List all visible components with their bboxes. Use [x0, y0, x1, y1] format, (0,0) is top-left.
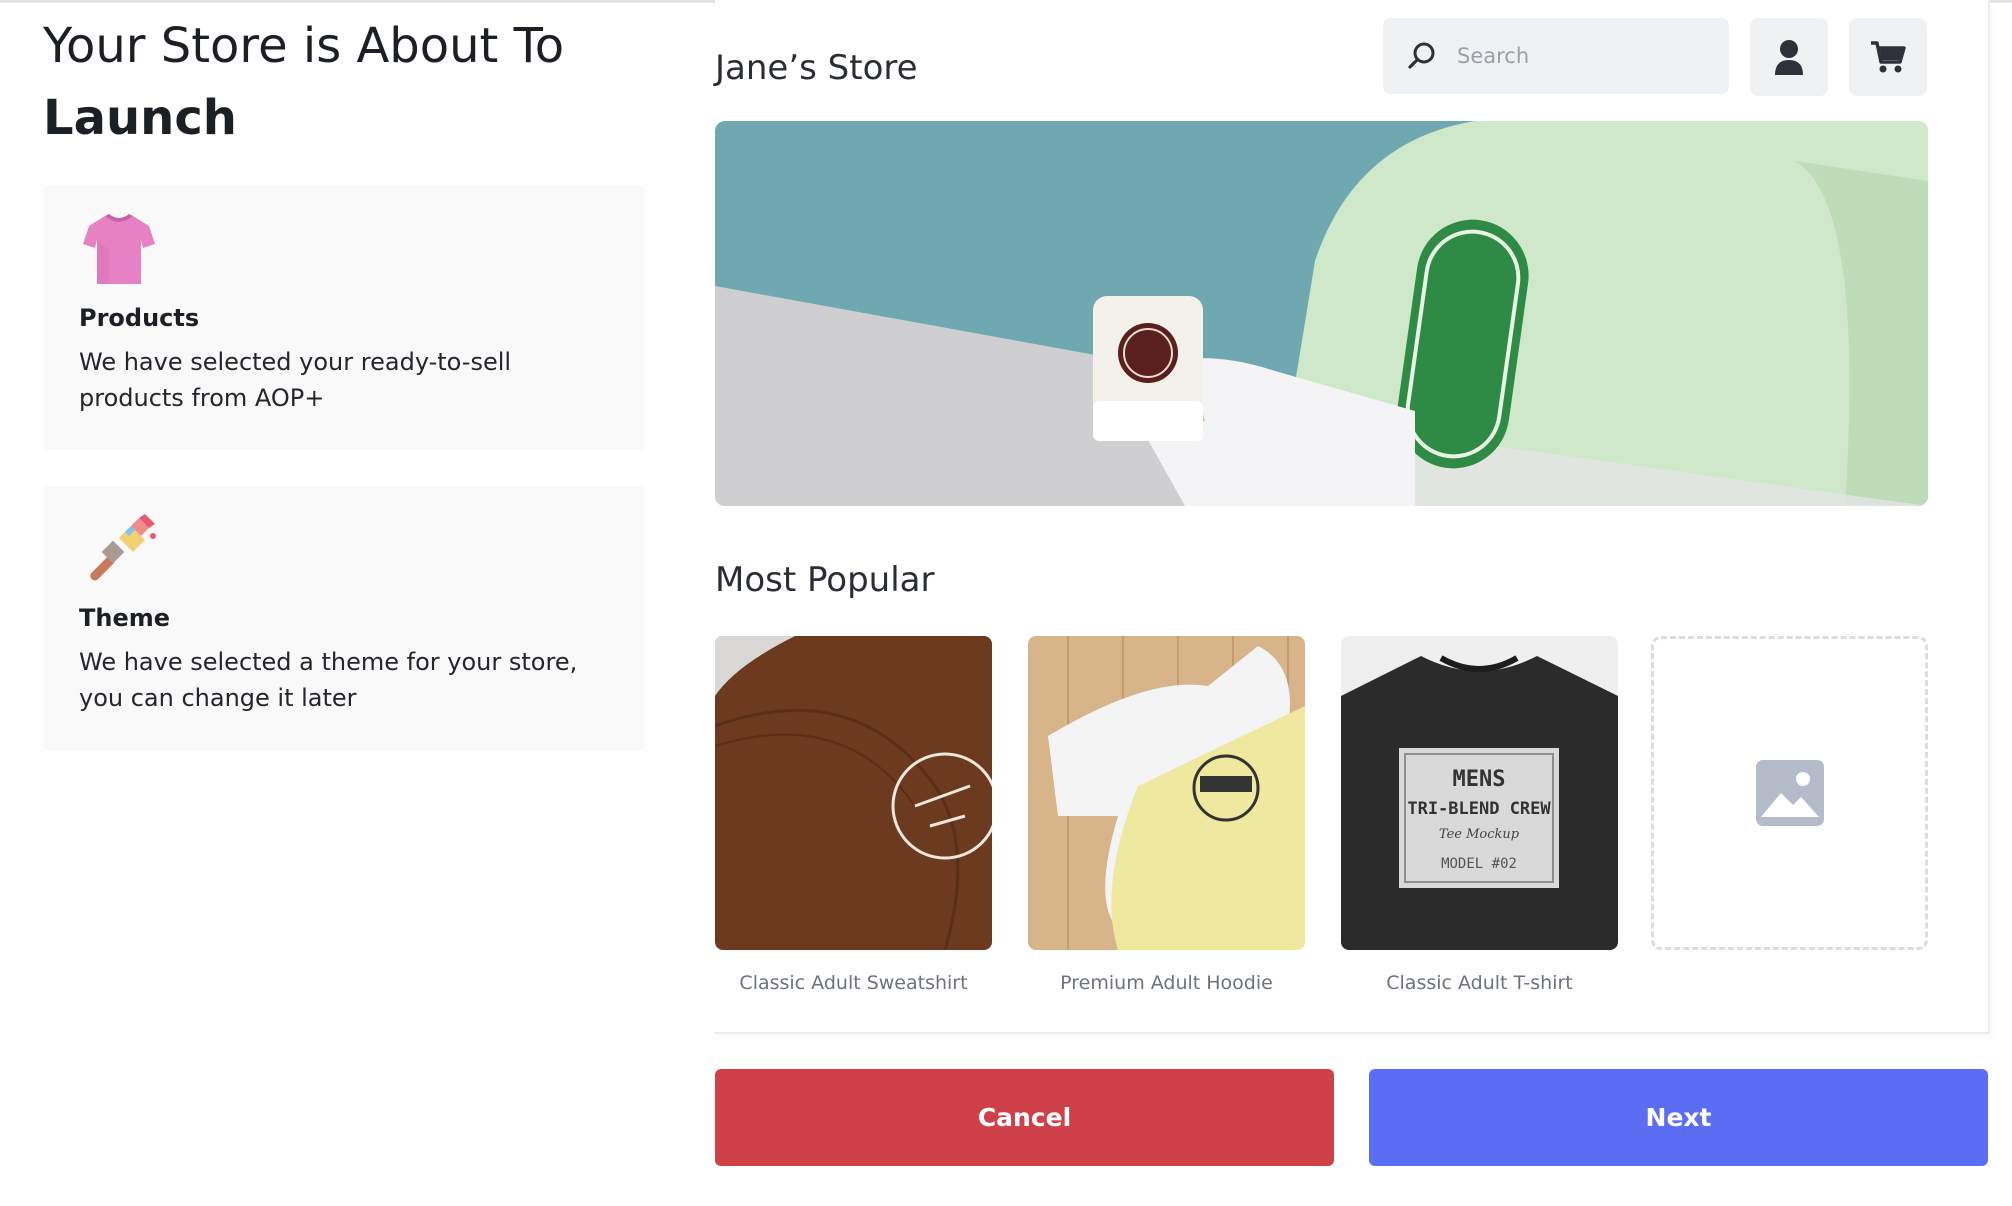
product-label: Premium Adult Hoodie — [1060, 972, 1273, 994]
products-card-description: We have selected your ready-to-sell prod… — [79, 348, 512, 412]
store-search-box[interactable] — [1383, 18, 1729, 94]
page-title-line2: Launch — [43, 90, 237, 146]
theme-card: Theme We have selected a theme for your … — [43, 486, 645, 750]
most-popular-title: Most Popular — [715, 560, 935, 600]
product-image-sweatshirt — [715, 636, 992, 950]
theme-card-title: Theme — [79, 604, 171, 632]
product-image-tshirt: MENS TRI-BLEND CREW Tee Mockup MODEL #02 — [1341, 636, 1618, 950]
cancel-button[interactable]: Cancel — [715, 1069, 1334, 1166]
svg-text:Tee Mockup: Tee Mockup — [1439, 827, 1520, 842]
product-image-hoodie — [1028, 636, 1305, 950]
product-card[interactable]: Premium Adult Hoodie — [1028, 636, 1305, 994]
products-card: Products We have selected your ready-to-… — [43, 186, 645, 450]
empty-product-slot[interactable] — [1651, 636, 1928, 950]
paintbrush-icon — [90, 514, 156, 581]
product-label: Classic Adult Sweatshirt — [739, 972, 968, 994]
user-icon — [1775, 40, 1803, 75]
svg-text:TRI-BLEND CREW: TRI-BLEND CREW — [1407, 799, 1551, 819]
products-card-title: Products — [79, 304, 200, 332]
product-card[interactable]: Classic Adult Sweatshirt — [715, 636, 992, 994]
product-card[interactable]: MENS TRI-BLEND CREW Tee Mockup MODEL #02… — [1341, 636, 1618, 994]
account-button[interactable] — [1750, 18, 1828, 96]
search-input[interactable] — [1457, 44, 1707, 68]
image-placeholder-icon — [1755, 760, 1824, 826]
tshirt-icon — [83, 214, 155, 284]
svg-text:MODEL #02: MODEL #02 — [1441, 856, 1517, 872]
search-icon — [1408, 42, 1435, 69]
product-label: Classic Adult T-shirt — [1386, 972, 1573, 994]
page-title: Your Store is About To Launch — [43, 10, 645, 154]
store-name: Jane’s Store — [715, 48, 918, 88]
page-title-line1: Your Store is About To — [43, 18, 565, 74]
store-preview: Jane’s Store Search Most Popular Classic… — [715, 0, 1990, 1034]
launch-summary: Your Store is About To Launch Products W… — [43, 0, 645, 750]
next-button[interactable]: Next — [1369, 1069, 1988, 1166]
theme-card-description: We have selected a theme for your store,… — [79, 648, 578, 712]
hero-banner-image — [715, 121, 1928, 506]
cart-button[interactable] — [1849, 18, 1927, 96]
svg-text:MENS: MENS — [1453, 767, 1506, 792]
cart-icon — [1871, 41, 1906, 73]
